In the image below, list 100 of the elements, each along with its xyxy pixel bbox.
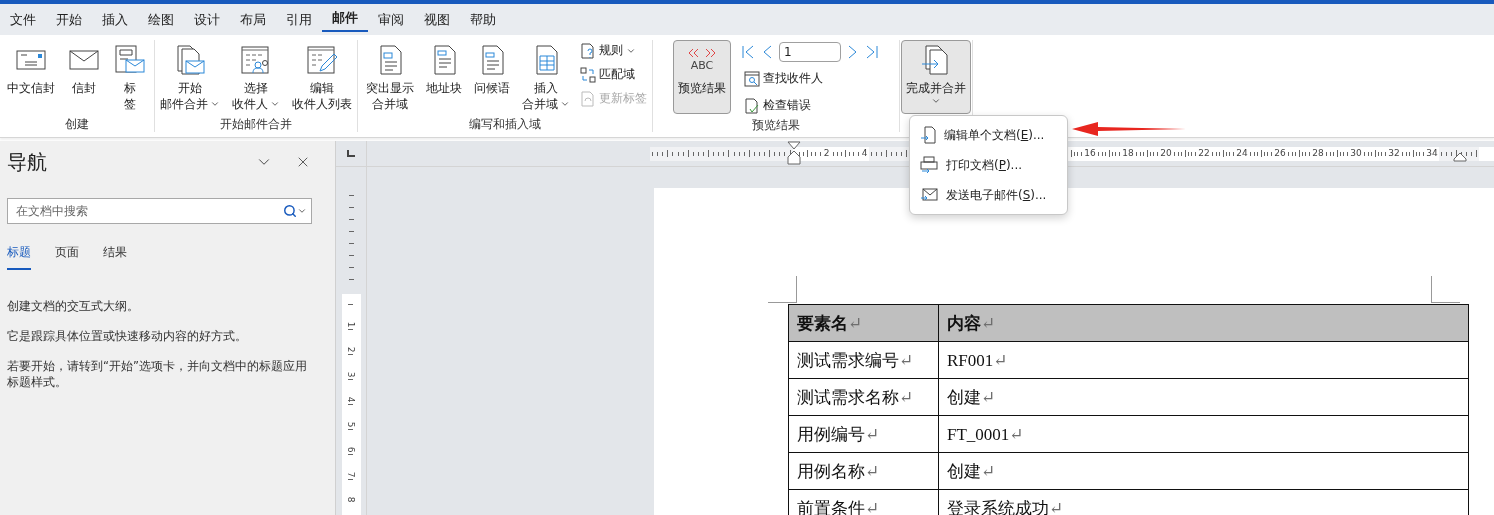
menu-item[interactable]: 发送电子邮件(S)... — [910, 180, 1067, 210]
ruler-number: 4 — [861, 149, 868, 158]
group-label: 预览结果 — [751, 117, 801, 134]
table-header-cell: 要素名↵ — [788, 304, 939, 342]
menu-item[interactable]: 编辑单个文档(E)... — [910, 120, 1067, 150]
ribbon-button[interactable]: 地址块 — [420, 40, 467, 114]
record-number-field[interactable]: 1 — [779, 42, 841, 62]
ruler-number: 22 — [1198, 149, 1210, 158]
ribbon-button[interactable]: 信封 — [62, 40, 106, 114]
ruler-number: 4 — [346, 396, 356, 403]
record-nav-button[interactable] — [741, 44, 755, 60]
group-label: 创建 — [64, 116, 90, 133]
search-field[interactable]: 在文档中搜索 — [14, 203, 283, 219]
ruler-number: 24 — [1236, 149, 1248, 158]
first-record-icon — [741, 44, 755, 60]
record-nav-button[interactable] — [847, 44, 859, 60]
envelope-icon — [68, 48, 100, 72]
ribbon-button[interactable]: 中文信封 — [2, 40, 60, 114]
ribbon-tab[interactable]: 布局 — [230, 4, 276, 35]
document-envelope-icon — [174, 44, 206, 76]
search-box[interactable]: 在文档中搜索 — [7, 198, 312, 224]
table-cell: RF001↵ — [938, 341, 1469, 379]
ribbon-small-button[interactable]: 查找收件人 — [741, 68, 879, 89]
table-cell: 测试需求名称↵ — [788, 378, 939, 416]
ribbon-button[interactable]: 开始 邮件合并 — [155, 40, 225, 115]
caret-icon — [270, 99, 280, 109]
ruler-number: 7 — [346, 471, 356, 478]
document-refresh-icon — [579, 90, 596, 107]
indent-marker-icon[interactable] — [787, 140, 801, 165]
record-nav-button[interactable] — [865, 44, 879, 60]
caret-icon — [931, 96, 941, 106]
crop-mark — [768, 276, 797, 303]
ruler-number: 32 — [1388, 149, 1400, 158]
previous-record-icon — [761, 44, 773, 60]
table-cell: 登录系统成功↵ — [938, 489, 1469, 515]
table-header-cell: 内容↵ — [938, 304, 1469, 342]
help-text: 若要开始，请转到“开始”选项卡，并向文档中的标题应用标题样式。 — [7, 358, 308, 390]
ribbon-button[interactable]: 标 签 — [108, 40, 152, 115]
list-pencil-icon — [306, 44, 338, 76]
ribbon-tab[interactable]: 插入 — [92, 4, 138, 35]
document-check-icon — [744, 97, 760, 114]
pane-tab[interactable]: 标题 — [7, 244, 31, 270]
caret-icon — [210, 99, 220, 109]
group-label: 开始邮件合并 — [219, 116, 293, 133]
ribbon-button[interactable]: 问候语 — [468, 40, 515, 114]
ribbon-small-button[interactable]: 规则 — [576, 40, 650, 61]
envelope-icon — [15, 48, 47, 72]
ruler-number: 18 — [1122, 149, 1134, 158]
recipients-list-icon — [240, 44, 272, 76]
search-icon[interactable] — [283, 204, 297, 218]
ribbon-tab[interactable]: 引用 — [276, 4, 322, 35]
ribbon-button[interactable]: 突出显示 合并域 — [360, 40, 419, 115]
window-magnifier-icon — [744, 70, 760, 87]
ruler-number: 3 — [346, 371, 356, 378]
group-label: 编写和插入域 — [468, 116, 542, 133]
ribbon-tab[interactable]: 帮助 — [460, 4, 506, 35]
ribbon-button[interactable]: 插入 合并域 — [516, 40, 575, 115]
indent-marker-icon[interactable] — [1453, 151, 1467, 162]
ribbon-tab[interactable]: 设计 — [184, 4, 230, 35]
pane-tab[interactable]: 结果 — [103, 244, 127, 270]
ribbon-small-button[interactable]: 检查错误 — [741, 95, 879, 116]
ruler-number: 20 — [1160, 149, 1172, 158]
record-nav-button[interactable] — [761, 44, 773, 60]
ruler-number: 16 — [1084, 149, 1096, 158]
tab-stop-icon[interactable] — [347, 150, 355, 157]
ribbon-button[interactable]: 编辑 收件人列表 — [287, 40, 357, 115]
ribbon-tab[interactable]: 文件 — [0, 4, 46, 35]
crop-mark — [1431, 276, 1460, 303]
ribbon-button[interactable]: 完成并合并 — [901, 40, 971, 114]
caret-icon — [297, 206, 307, 216]
ribbon-tab[interactable]: 视图 — [414, 4, 460, 35]
help-text: 创建文档的交互式大纲。 — [7, 298, 140, 314]
last-record-icon — [865, 44, 879, 60]
pane-tab[interactable]: 页面 — [55, 244, 79, 270]
help-text: 它是跟踪具体位置或快速移动内容的好方式。 — [7, 328, 248, 344]
menu-item[interactable]: 打印文档(P)... — [910, 150, 1067, 180]
ruler-number: 8 — [346, 496, 356, 503]
ribbon-tab[interactable]: 开始 — [46, 4, 92, 35]
table-cell: 创建↵ — [938, 378, 1469, 416]
table-cell: 用例名称↵ — [788, 452, 939, 490]
caret-icon — [559, 99, 570, 109]
table-cell: 创建↵ — [938, 452, 1469, 490]
ribbon-tab[interactable]: 审阅 — [368, 4, 414, 35]
ribbon-small-button[interactable]: 匹配域 — [576, 64, 650, 85]
ribbon-tab[interactable]: 邮件 — [322, 4, 368, 32]
pane-title: 导航 — [7, 148, 48, 176]
chevrons-icon — [687, 47, 717, 59]
ribbon-tab[interactable]: 绘图 — [138, 4, 184, 35]
ribbon-button[interactable]: ABC 预览结果 — [673, 40, 731, 114]
next-record-icon — [847, 44, 859, 60]
ruler-number: 2 — [346, 346, 356, 353]
printer-icon — [920, 156, 938, 174]
ribbon-button[interactable]: 选择 收件人 — [227, 40, 285, 115]
table-cell: FT_0001↵ — [938, 415, 1469, 453]
label-sheet-icon — [114, 44, 146, 76]
document-question-icon — [579, 42, 596, 59]
table-cell: 前置条件↵ — [788, 489, 939, 515]
swap-arrows-icon — [579, 66, 596, 83]
ruler-number: 26 — [1274, 149, 1286, 158]
abc-label: ABC — [690, 59, 714, 73]
